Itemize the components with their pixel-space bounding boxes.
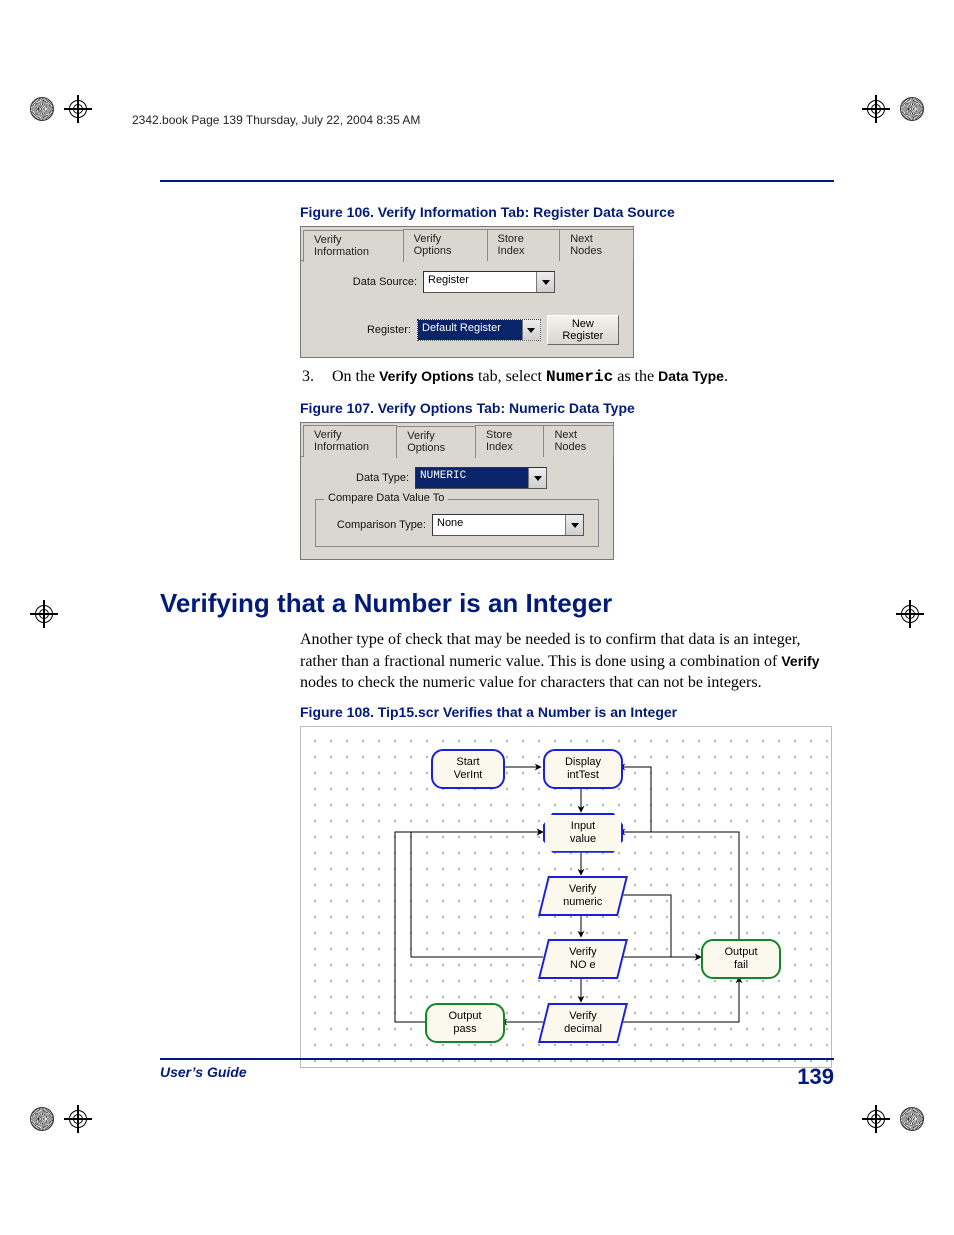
fig107-panel: Verify Information Verify Options Store … <box>300 422 614 560</box>
flow-diagram: StartVerInt DisplayintTest Inputvalue Ve… <box>300 726 832 1068</box>
section-paragraph: Another type of check that may be needed… <box>300 629 834 694</box>
node-display[interactable]: DisplayintTest <box>543 749 623 789</box>
data-source-value: Register <box>424 272 536 292</box>
figure-108-caption: Figure 108. Tip15.scr Verifies that a Nu… <box>300 704 834 720</box>
data-type-value: NUMERIC <box>416 468 528 488</box>
crop-mark-icon <box>862 1105 924 1133</box>
header-rule <box>160 180 834 182</box>
data-source-select[interactable]: Register <box>423 271 555 293</box>
chevron-down-icon[interactable] <box>528 468 546 488</box>
crop-mark-icon <box>30 600 58 628</box>
tab-store-index[interactable]: Store Index <box>475 425 544 457</box>
data-type-label: Data Type: <box>339 472 409 484</box>
section-heading: Verifying that a Number is an Integer <box>160 588 834 619</box>
node-verify-no-e[interactable]: VerifyNO e <box>538 939 628 979</box>
footer-title: User’s Guide <box>160 1064 247 1090</box>
node-output-pass[interactable]: Outputpass <box>425 1003 505 1043</box>
comparison-type-label: Comparison Type: <box>326 519 426 531</box>
tab-verify-information[interactable]: Verify Information <box>303 230 404 262</box>
tab-verify-options[interactable]: Verify Options <box>396 426 476 458</box>
step-number: 3. <box>300 368 314 386</box>
register-select[interactable]: Default Register <box>417 319 541 341</box>
tab-store-index[interactable]: Store Index <box>487 229 561 261</box>
figure-106-caption: Figure 106. Verify Information Tab: Regi… <box>300 204 834 220</box>
book-tagline: 2342.book Page 139 Thursday, July 22, 20… <box>132 113 420 127</box>
data-type-select[interactable]: NUMERIC <box>415 467 547 489</box>
chevron-down-icon[interactable] <box>565 515 583 535</box>
footer-rule <box>160 1058 834 1060</box>
tab-verify-information[interactable]: Verify Information <box>303 425 397 457</box>
comparison-type-value: None <box>433 515 565 535</box>
compare-legend: Compare Data Value To <box>324 492 448 504</box>
crop-mark-icon <box>862 95 924 123</box>
tab-verify-options[interactable]: Verify Options <box>403 229 488 261</box>
chevron-down-icon[interactable] <box>522 320 540 340</box>
new-register-button[interactable]: New Register <box>547 315 619 345</box>
chevron-down-icon[interactable] <box>536 272 554 292</box>
crop-mark-icon <box>30 1105 92 1133</box>
register-label: Register: <box>353 324 411 336</box>
figure-107-caption: Figure 107. Verify Options Tab: Numeric … <box>300 400 834 416</box>
node-input[interactable]: Inputvalue <box>543 813 623 853</box>
node-start[interactable]: StartVerInt <box>431 749 505 789</box>
page-number: 139 <box>797 1064 834 1090</box>
node-output-fail[interactable]: Outputfail <box>701 939 781 979</box>
tab-next-nodes[interactable]: Next Nodes <box>543 425 614 457</box>
tab-next-nodes[interactable]: Next Nodes <box>559 229 634 261</box>
data-source-label: Data Source: <box>339 276 417 288</box>
node-verify-numeric[interactable]: Verifynumeric <box>538 876 628 916</box>
comparison-type-select[interactable]: None <box>432 514 584 536</box>
crop-mark-icon <box>896 600 924 628</box>
fig106-panel: Verify Information Verify Options Store … <box>300 226 634 358</box>
node-verify-decimal[interactable]: Verifydecimal <box>538 1003 628 1043</box>
step-text: On the Verify Options tab, select Numeri… <box>332 368 728 386</box>
crop-mark-icon <box>30 95 92 123</box>
register-value: Default Register <box>418 320 522 340</box>
